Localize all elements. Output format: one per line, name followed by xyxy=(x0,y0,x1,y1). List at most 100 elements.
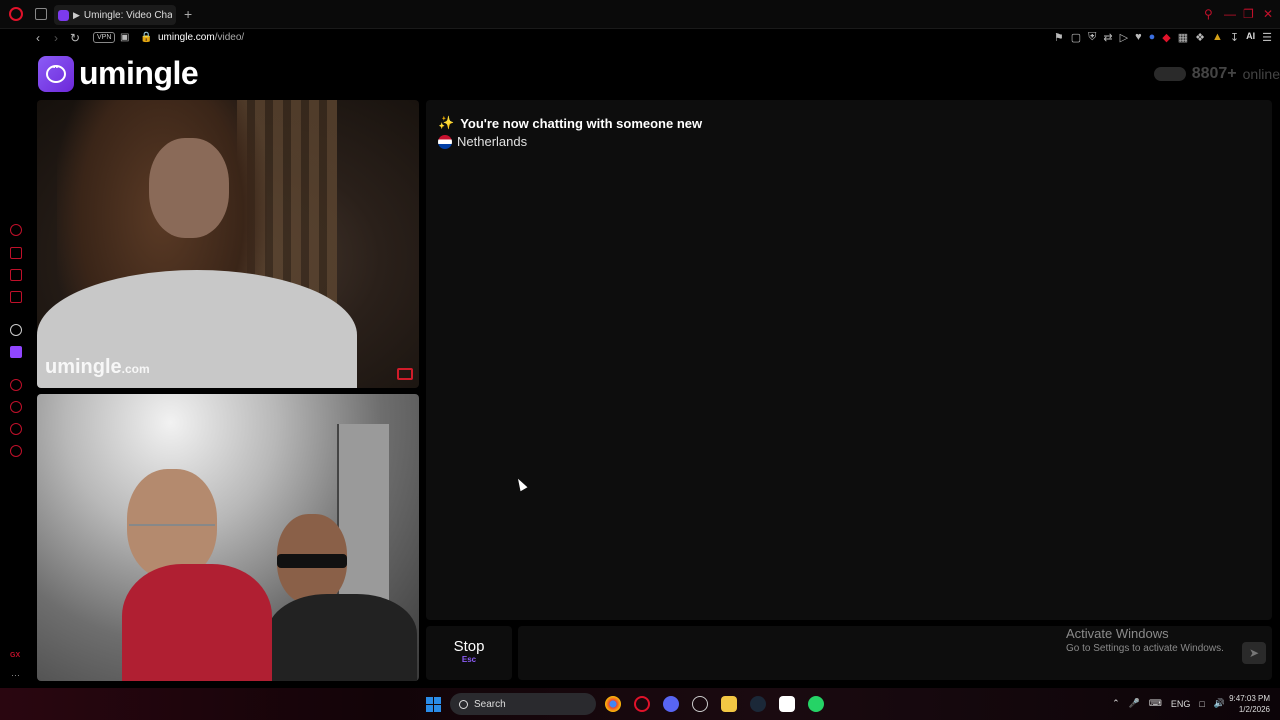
opera-logo-icon[interactable] xyxy=(9,7,23,21)
chat-status: ✨ You're now chatting with someone new xyxy=(438,115,702,131)
restore-icon[interactable]: ❐ xyxy=(1243,7,1254,21)
music-icon[interactable] xyxy=(10,291,22,303)
translate-icon[interactable]: ⇄ xyxy=(1103,31,1112,44)
windows-start-icon[interactable] xyxy=(426,697,441,712)
activate-windows-watermark: Activate Windows Go to Settings to activ… xyxy=(1066,626,1224,654)
opera-gx-icon[interactable] xyxy=(634,696,650,712)
messenger-icon[interactable] xyxy=(10,269,22,281)
watermark-main: umingle xyxy=(45,356,122,378)
tab-workspaces-icon[interactable] xyxy=(35,8,47,20)
activate-title: Activate Windows xyxy=(1066,626,1169,641)
brand-logo[interactable]: umingle xyxy=(38,55,199,92)
twitch-icon[interactable] xyxy=(10,346,22,358)
stop-shortcut: Esc xyxy=(461,655,477,664)
extension-blue-icon[interactable]: ● xyxy=(1149,31,1156,44)
capcut-icon[interactable] xyxy=(779,696,795,712)
more-icon[interactable]: ⋯ xyxy=(11,670,20,681)
gx-control-icon[interactable] xyxy=(10,224,22,236)
stranger-video: umingle.com xyxy=(37,100,419,388)
shield-icon[interactable]: ⛨ xyxy=(1088,31,1096,44)
toggle-switch[interactable] xyxy=(1153,67,1186,81)
chevron-up-icon[interactable]: ⌃ xyxy=(1112,698,1120,709)
player-icon[interactable] xyxy=(10,379,22,391)
browser-sidebar: GX ⋯ xyxy=(0,48,32,688)
send-icon[interactable]: ➤ xyxy=(1242,642,1266,664)
status-message: You're now chatting with someone new xyxy=(460,115,703,131)
taskbar-search[interactable]: Search xyxy=(450,693,596,715)
new-tab-icon[interactable]: + xyxy=(184,6,192,22)
camera-icon[interactable]: ▣ xyxy=(120,32,129,43)
extension-yellow-icon[interactable]: ▲ xyxy=(1212,31,1223,44)
snapshot-icon[interactable]: ▢ xyxy=(1071,31,1081,44)
file-explorer-icon[interactable] xyxy=(721,696,737,712)
history-icon[interactable] xyxy=(10,401,22,413)
sparkle-icon: ✨ xyxy=(438,115,455,130)
friend-sunglasses xyxy=(277,554,347,568)
tab-title: Umingle: Video Chat w xyxy=(83,9,172,21)
whatsapp-icon[interactable] xyxy=(808,696,824,712)
video-watermark: umingle.com xyxy=(45,356,150,379)
heart-icon[interactable]: ♥ xyxy=(1135,31,1142,44)
steam-icon[interactable] xyxy=(750,696,766,712)
browser-tab-bar: ▶ Umingle: Video Chat w + ⚲ — ❐ ✕ xyxy=(0,0,1280,29)
chatgpt-icon[interactable] xyxy=(10,324,22,336)
brand-name: umingle xyxy=(79,55,199,91)
report-flag-icon[interactable] xyxy=(397,368,413,380)
volume-icon[interactable]: 🔊 xyxy=(1214,698,1225,709)
stranger-face xyxy=(149,138,229,238)
activate-subtitle: Go to Settings to activate Windows. xyxy=(1066,643,1224,654)
gx-corner-icon[interactable] xyxy=(10,247,22,259)
browser-tab-active[interactable]: ▶ Umingle: Video Chat w xyxy=(54,5,176,25)
puzzle-icon[interactable]: ❖ xyxy=(1195,31,1205,44)
extensions-toolbar: ⚑ ▢ ⛨ ⇄ ▷ ♥ ● ◆ ▦ ❖ ▲ ↧ AI ☰ xyxy=(1054,31,1272,44)
country-name: Netherlands xyxy=(457,134,528,149)
speaker-icon[interactable]: ▶ xyxy=(73,10,80,21)
url-field[interactable]: umingle.com/video/ xyxy=(158,32,244,43)
url-path: /video/ xyxy=(214,32,245,43)
self-video xyxy=(37,394,419,681)
lock-icon[interactable]: 🔒 xyxy=(140,32,152,43)
self-glasses xyxy=(129,524,215,540)
gx-logo-icon[interactable]: GX xyxy=(10,652,20,659)
ai-button[interactable]: AI xyxy=(1246,31,1255,44)
stop-label: Stop xyxy=(453,638,485,655)
self-red-jacket xyxy=(122,564,272,681)
close-icon[interactable]: ✕ xyxy=(1263,7,1273,21)
stop-button[interactable]: Stop Esc xyxy=(426,626,512,680)
reload-icon[interactable]: ↻ xyxy=(70,31,80,45)
online-label: online xyxy=(1242,66,1280,82)
search-label: Search xyxy=(474,698,506,710)
settings-icon[interactable] xyxy=(10,445,22,457)
discord-icon[interactable] xyxy=(663,696,679,712)
chatgpt-app-icon[interactable] xyxy=(692,696,708,712)
play-icon[interactable]: ▷ xyxy=(1120,31,1128,44)
chrome-icon[interactable] xyxy=(605,696,621,712)
extension-red-icon[interactable]: ◆ xyxy=(1162,31,1170,44)
forward-icon[interactable]: › xyxy=(54,31,58,45)
search-icon xyxy=(459,699,468,709)
minimize-icon[interactable]: — xyxy=(1224,7,1236,21)
taskbar-clock[interactable]: 9:47:03 PM 1/2/2026 xyxy=(1229,693,1270,715)
back-icon[interactable]: ‹ xyxy=(36,31,40,45)
chat-country: Netherlands xyxy=(438,134,527,149)
chat-bubble-icon xyxy=(38,55,74,92)
vpn-badge[interactable]: VPN xyxy=(93,32,116,43)
keyboard-icon[interactable]: ⌨ xyxy=(1149,698,1162,709)
watermark-suffix: .com xyxy=(121,362,150,376)
umingle-page: umingle 8807+ online umingle.com ✨ You'r… xyxy=(32,48,1280,688)
friend-body xyxy=(267,594,417,681)
netherlands-flag-icon xyxy=(438,134,452,149)
microphone-icon[interactable]: 🎤 xyxy=(1129,698,1140,709)
extensions-icon[interactable] xyxy=(10,423,22,435)
chat-panel: ✨ You're now chatting with someone new N… xyxy=(426,100,1272,620)
online-count: 8807+ xyxy=(1191,65,1237,82)
menu-icon[interactable]: ☰ xyxy=(1262,31,1272,44)
language-indicator[interactable]: ENG xyxy=(1171,699,1191,709)
address-bar: ‹ › ↻ VPN ▣ 🔒 umingle.com/video/ ⚑ ▢ ⛨ ⇄… xyxy=(0,29,1280,48)
network-icon[interactable]: □ xyxy=(1199,699,1204,709)
system-tray: ⌃ 🎤 ⌨ ENG □ 🔊 xyxy=(1112,698,1225,709)
download-icon[interactable]: ↧ xyxy=(1230,31,1239,44)
extension-grid-icon[interactable]: ▦ xyxy=(1178,31,1188,44)
bookmark-icon[interactable]: ⚑ xyxy=(1054,31,1064,44)
search-tabs-icon[interactable]: ⚲ xyxy=(1204,7,1213,21)
